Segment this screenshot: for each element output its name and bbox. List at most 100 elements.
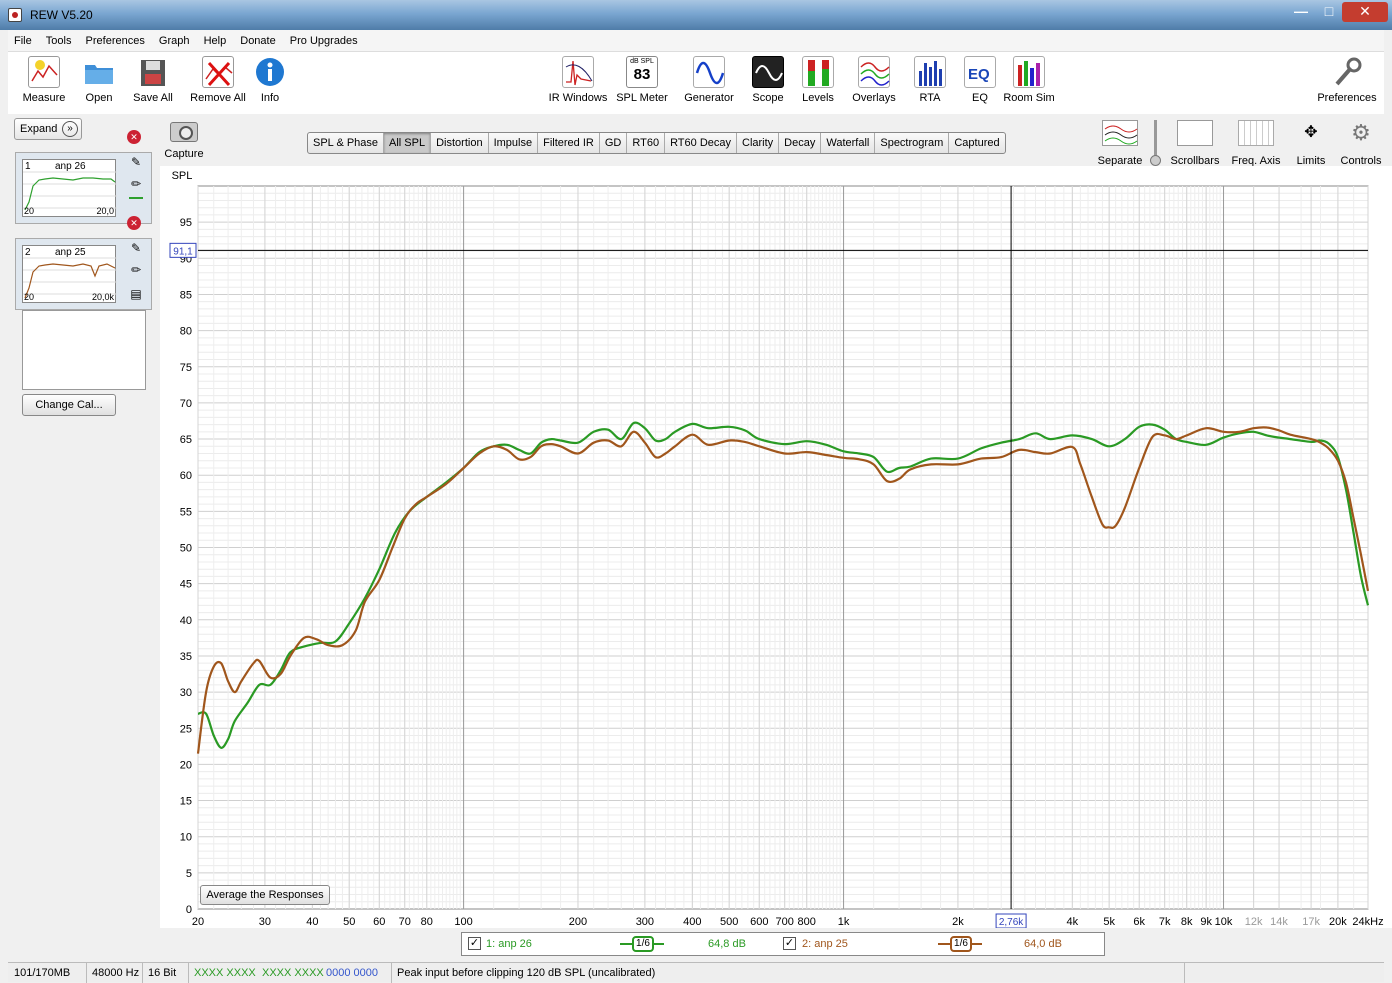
scope-icon (752, 56, 784, 88)
main-toolbar: Measure Open Save All Remove All Info IR… (8, 52, 1384, 114)
delete-measurement-1-icon[interactable]: ✕ (127, 130, 141, 144)
notes-icon[interactable]: ▤ (129, 287, 143, 301)
menu-pro-upgrades[interactable]: Pro Upgrades (284, 30, 363, 47)
x-tick-label: 50 (343, 916, 355, 928)
status-message: Peak input before clipping 120 dB SPL (u… (397, 967, 656, 979)
separate-slider-thumb[interactable] (1150, 155, 1161, 166)
y-tick-label: 80 (180, 326, 192, 338)
trace-2-smoothing[interactable]: 1/6 (938, 936, 982, 952)
x-tick-label: 600 (750, 916, 768, 928)
scrollbars-button[interactable]: Scrollbars (1168, 120, 1222, 167)
x-tick-label: 17k (1302, 916, 1320, 928)
tab-decay[interactable]: Decay (779, 133, 822, 153)
x-tick-label: 70 (399, 916, 411, 928)
measurements-panel: Expand » 1 anp 26 20 20,0 ✎ ✏ ✕ 2 anp 25… (14, 114, 154, 422)
tab-filtered-ir[interactable]: Filtered IR (538, 133, 600, 153)
measurement-number: 1 (25, 161, 31, 172)
freq-axis-button[interactable]: Freq. Axis (1230, 120, 1282, 167)
menu-help[interactable]: Help (198, 30, 232, 47)
minimize-button[interactable]: — (1286, 2, 1316, 22)
expand-button[interactable]: Expand » (14, 118, 82, 140)
spl-meter-label: SPL Meter (616, 92, 668, 104)
trace-2-checkbox[interactable]: ✓ (783, 937, 796, 950)
delete-measurement-2-icon[interactable]: ✕ (127, 216, 141, 230)
y-tick-label: 15 (180, 796, 192, 808)
paint-brush-icon[interactable]: ✎ (129, 155, 143, 169)
x-tick-label: 8k (1181, 916, 1193, 928)
spl-meter-button[interactable]: dB SPL 83 SPL Meter (610, 56, 674, 104)
ir-windows-button[interactable]: IR Windows (546, 56, 610, 104)
room-sim-label: Room Sim (1003, 92, 1055, 104)
room-sim-button[interactable]: Room Sim (997, 56, 1061, 104)
tab-captured[interactable]: Captured (949, 133, 1004, 153)
measurement-notes[interactable] (22, 310, 146, 390)
tab-spectrogram[interactable]: Spectrogram (875, 133, 950, 153)
trace-color-swatch[interactable] (129, 197, 143, 199)
controls-button[interactable]: ⚙ Controls (1338, 120, 1384, 167)
menu-tools[interactable]: Tools (40, 30, 77, 47)
tab-rt60[interactable]: RT60 (627, 133, 666, 153)
y-tick-label: 75 (180, 362, 192, 374)
x-tick-label: 500 (720, 916, 738, 928)
trace-2-name: 2: anp 25 (802, 938, 848, 950)
measurement-thumbnail: 1 anp 26 20 20,0 (22, 159, 117, 217)
tab-impulse[interactable]: Impulse (489, 133, 539, 153)
x-tick-label: 4k (1067, 916, 1079, 928)
menu-graph[interactable]: Graph (153, 30, 195, 47)
input-level-right: XXXX XXXX (262, 967, 324, 979)
thumbnail-min-freq: 20 (24, 292, 35, 302)
x-tick-label: 1k (838, 916, 850, 928)
rta-icon (914, 56, 946, 88)
measurement-name: anp 25 (55, 247, 86, 258)
measurement-card-1[interactable]: 1 anp 26 20 20,0 ✎ ✏ (15, 152, 152, 224)
measurement-card-2[interactable]: 2 anp 25 20 20,0k ✎ ✏ ▤ (15, 238, 152, 310)
pencil-icon[interactable]: ✏ (129, 263, 143, 277)
separate-slider-track[interactable] (1154, 120, 1157, 160)
trace-1-checkbox[interactable]: ✓ (468, 937, 481, 950)
info-button[interactable]: Info (238, 56, 302, 104)
pencil-icon[interactable]: ✏ (129, 177, 143, 191)
spl-meter-value: 83 (633, 66, 651, 83)
capture-label: Capture (164, 148, 204, 160)
capture-button[interactable]: Capture (162, 122, 206, 160)
paint-brush-icon[interactable]: ✎ (129, 241, 143, 255)
tab-waterfall[interactable]: Waterfall (821, 133, 876, 153)
levels-label: Levels (802, 92, 834, 104)
rew-app-icon (8, 8, 22, 22)
generator-icon (693, 56, 725, 88)
maximize-button[interactable]: □ (1314, 2, 1344, 22)
tab-distortion[interactable]: Distortion (431, 133, 489, 153)
graph-area[interactable]: 0 5 10 15 20 25 30 35 40 45 50 55 60 65 70 75 80 85 90 95 20… (160, 166, 1392, 928)
save-all-button[interactable]: Save All (121, 56, 185, 104)
tab-clarity[interactable]: Clarity (737, 133, 780, 153)
y-tick-label: 60 (180, 470, 192, 482)
generator-button[interactable]: Generator (677, 56, 741, 104)
title-bar: REW V5.20 — □ ✕ (0, 0, 1392, 30)
average-responses-button[interactable]: Average the Responses (200, 885, 330, 905)
thumbnail-max-freq: 20,0k (91, 292, 114, 302)
limits-button[interactable]: ✥ Limits (1292, 120, 1330, 167)
menu-donate[interactable]: Donate (234, 30, 280, 47)
tab-gd[interactable]: GD (600, 133, 628, 153)
preferences-button[interactable]: Preferences (1313, 56, 1381, 104)
tab-rt60-decay[interactable]: RT60 Decay (665, 133, 737, 153)
menu-preferences[interactable]: Preferences (80, 30, 150, 47)
y-tick-label: 20 (180, 759, 192, 771)
levels-button[interactable]: Levels (786, 56, 850, 104)
info-icon (254, 56, 286, 88)
close-window-button[interactable]: ✕ (1342, 2, 1388, 22)
tab-spl-phase[interactable]: SPL & Phase (308, 133, 385, 153)
output-level: 0000 0000 (326, 967, 378, 979)
menu-bar: File Tools Preferences Graph Help Donate… (8, 30, 1384, 52)
change-cal-button[interactable]: Change Cal... (22, 394, 116, 416)
spl-chart[interactable]: 0510152025303540455055606570758085909520… (160, 166, 1392, 928)
trace-1-smoothing[interactable]: 1/6 (620, 936, 664, 952)
x-tick-label: 300 (636, 916, 654, 928)
y-tick-label: 95 (180, 217, 192, 229)
tab-all-spl[interactable]: All SPL (384, 133, 432, 153)
floppy-icon (137, 56, 169, 88)
trace-1-value: 64,8 dB (708, 938, 746, 950)
menu-file[interactable]: File (8, 30, 37, 47)
overlays-button[interactable]: Overlays (842, 56, 906, 104)
separate-button[interactable]: Separate (1096, 120, 1144, 167)
